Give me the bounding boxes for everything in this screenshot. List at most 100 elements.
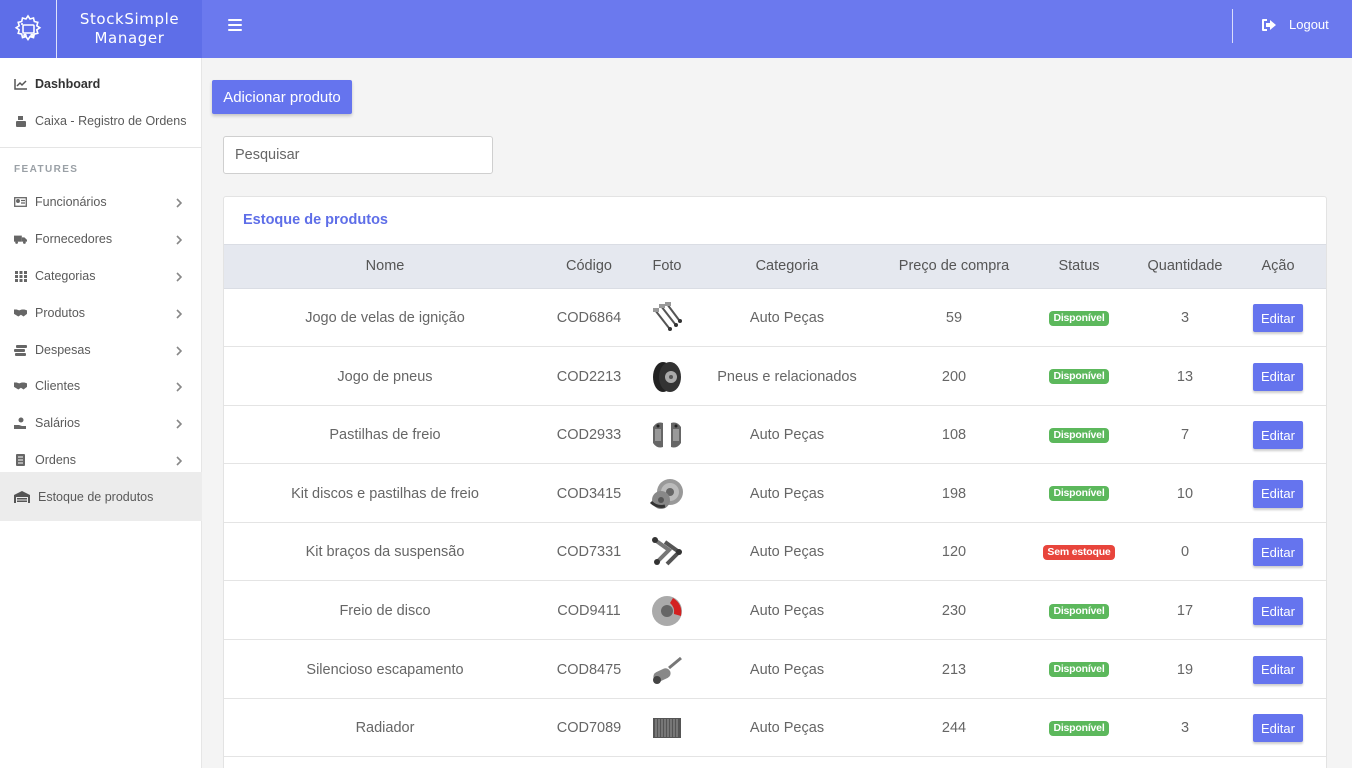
sidebar-item-fornecedores[interactable]: Fornecedores: [0, 221, 202, 257]
column-header-quantidade: Quantidade: [1147, 258, 1223, 274]
status-badge-available: Disponível: [1049, 427, 1109, 443]
sidebar-item-salarios[interactable]: Salários: [0, 405, 202, 441]
cell-codigo: COD2213: [556, 368, 622, 385]
cell-foto: [632, 465, 702, 523]
cell-categoria: Auto Peças: [749, 720, 825, 737]
chevron-right-icon: [176, 381, 183, 395]
stock-table-card: Estoque de produtos Nome Código Foto Cat…: [223, 196, 1327, 768]
logout-label: Logout: [1289, 17, 1329, 32]
cell-acao: Editar: [1248, 348, 1308, 406]
brand-line1: StockSimple: [79, 10, 180, 28]
cell-codigo: COD7089: [556, 720, 622, 737]
cell-nome: Pastilhas de freio: [329, 427, 441, 444]
cell-acao: Editar: [1248, 465, 1308, 523]
cell-nome: Jogo de velas de ignição: [305, 310, 465, 326]
column-header-acao: Ação: [1261, 258, 1295, 274]
edit-button[interactable]: Editar: [1253, 421, 1303, 450]
logout-button[interactable]: Logout: [1261, 17, 1329, 32]
truck-icon: [14, 234, 27, 245]
cell-status: Disponível: [1036, 641, 1122, 699]
status-badge-out-of-stock: Sem estoque: [1043, 544, 1115, 560]
cell-quantidade: 10: [1176, 485, 1194, 502]
cell-foto: [632, 523, 702, 581]
chevron-right-icon: [176, 234, 183, 248]
table-row: Radiador COD7089 Auto Peças 244 Disponível 3 E…: [224, 699, 1326, 758]
product-photo: [649, 652, 685, 688]
sidebar-item-despesas[interactable]: Despesas: [0, 332, 202, 368]
column-header-categoria: Categoria: [755, 258, 819, 274]
cell-foto: [632, 699, 702, 757]
add-product-button[interactable]: Adicionar produto: [212, 80, 352, 114]
cash-register-icon: [14, 116, 27, 127]
product-photo: [649, 300, 685, 336]
sidebar-item-funcionarios[interactable]: Funcionários: [0, 184, 202, 220]
cell-preco: 198: [941, 485, 967, 502]
sidebar-item-clientes[interactable]: Clientes: [0, 368, 202, 404]
edit-button[interactable]: Editar: [1253, 304, 1303, 332]
handshake-icon: [14, 381, 27, 392]
status-badge-available: Disponível: [1049, 720, 1109, 736]
status-badge-available: Disponível: [1049, 662, 1109, 678]
warehouse-icon: [14, 490, 30, 503]
cell-quantidade: 19: [1176, 661, 1194, 678]
product-photo: [649, 534, 685, 570]
table-row: Jogo de pneus COD2213 Pneus e relacionados…: [224, 348, 1326, 406]
table-row: Silencioso escapamento COD8475 Auto Peças 2…: [224, 641, 1326, 699]
sidebar-item-label: Estoque de produtos: [38, 489, 154, 504]
cell-quantidade: 17: [1176, 603, 1194, 619]
brand-name: StockSimple Manager: [57, 10, 202, 48]
status-badge-available: Disponível: [1049, 369, 1109, 385]
cell-foto: [632, 348, 702, 406]
sidebar-item-label: Dashboard: [35, 77, 101, 91]
cell-preco: 108: [941, 427, 967, 444]
edit-button[interactable]: Editar: [1253, 597, 1303, 625]
search-input[interactable]: [223, 136, 493, 174]
cell-categoria: Auto Peças: [749, 544, 825, 561]
gear-cart-icon[interactable]: [0, 0, 57, 58]
sidebar-item-label: Clientes: [35, 379, 81, 393]
edit-button[interactable]: Editar: [1253, 655, 1303, 684]
cell-foto: [632, 289, 702, 347]
cell-nome: Silencioso escapamento: [306, 661, 464, 678]
cell-categoria: Auto Peças: [749, 310, 825, 326]
sidebar-item-dashboard[interactable]: Dashboard: [0, 66, 202, 102]
sidebar-item-caixa[interactable]: Caixa - Registro de Ordens: [0, 103, 202, 139]
chevron-right-icon: [176, 271, 183, 285]
sidebar-item-categorias[interactable]: Categorias: [0, 258, 202, 294]
status-badge-available: Disponível: [1049, 310, 1109, 326]
brand: StockSimple Manager: [0, 0, 202, 58]
cell-nome: Jogo de pneus: [337, 368, 433, 385]
cell-codigo: COD2933: [556, 427, 622, 444]
cell-preco: 120: [941, 544, 967, 561]
table-row: Freio de disco COD9411 Auto Peças 230 Dispon…: [224, 582, 1326, 640]
edit-button[interactable]: Editar: [1253, 362, 1303, 391]
hand-coin-icon: [14, 417, 27, 429]
edit-button[interactable]: Editar: [1253, 538, 1303, 567]
sidebar-item-estoque[interactable]: Estoque de produtos: [0, 472, 202, 521]
cell-status: Disponível: [1036, 699, 1122, 757]
cell-categoria: Auto Peças: [749, 427, 825, 444]
sidebar-item-label: Produtos: [35, 306, 86, 320]
column-header-codigo: Código: [566, 258, 612, 274]
cell-quantidade: 3: [1180, 720, 1190, 737]
chevron-right-icon: [176, 455, 183, 469]
table-row: Kit braços da suspensão COD7331 Auto Peças…: [224, 523, 1326, 582]
status-badge-available: Disponível: [1049, 486, 1109, 502]
edit-button[interactable]: Editar: [1253, 714, 1303, 743]
cell-acao: Editar: [1248, 641, 1308, 699]
column-header-nome: Nome: [365, 258, 405, 274]
sidebar-item-label: Salários: [35, 416, 81, 430]
cell-acao: Editar: [1248, 289, 1308, 347]
cell-nome: Freio de disco: [339, 603, 431, 619]
cell-acao: Editar: [1248, 523, 1308, 581]
cell-categoria: Auto Peças: [749, 485, 825, 502]
sidebar-item-label: Fornecedores: [35, 232, 113, 246]
edit-button[interactable]: Editar: [1253, 479, 1303, 508]
cell-quantidade: 13: [1176, 368, 1194, 385]
sidebar-item-produtos[interactable]: Produtos: [0, 295, 202, 331]
product-photo: [649, 593, 685, 629]
sidebar-item-label: Despesas: [35, 343, 91, 357]
product-photo: [649, 359, 685, 395]
hamburger-icon[interactable]: [228, 19, 242, 33]
id-card-icon: [14, 197, 27, 208]
